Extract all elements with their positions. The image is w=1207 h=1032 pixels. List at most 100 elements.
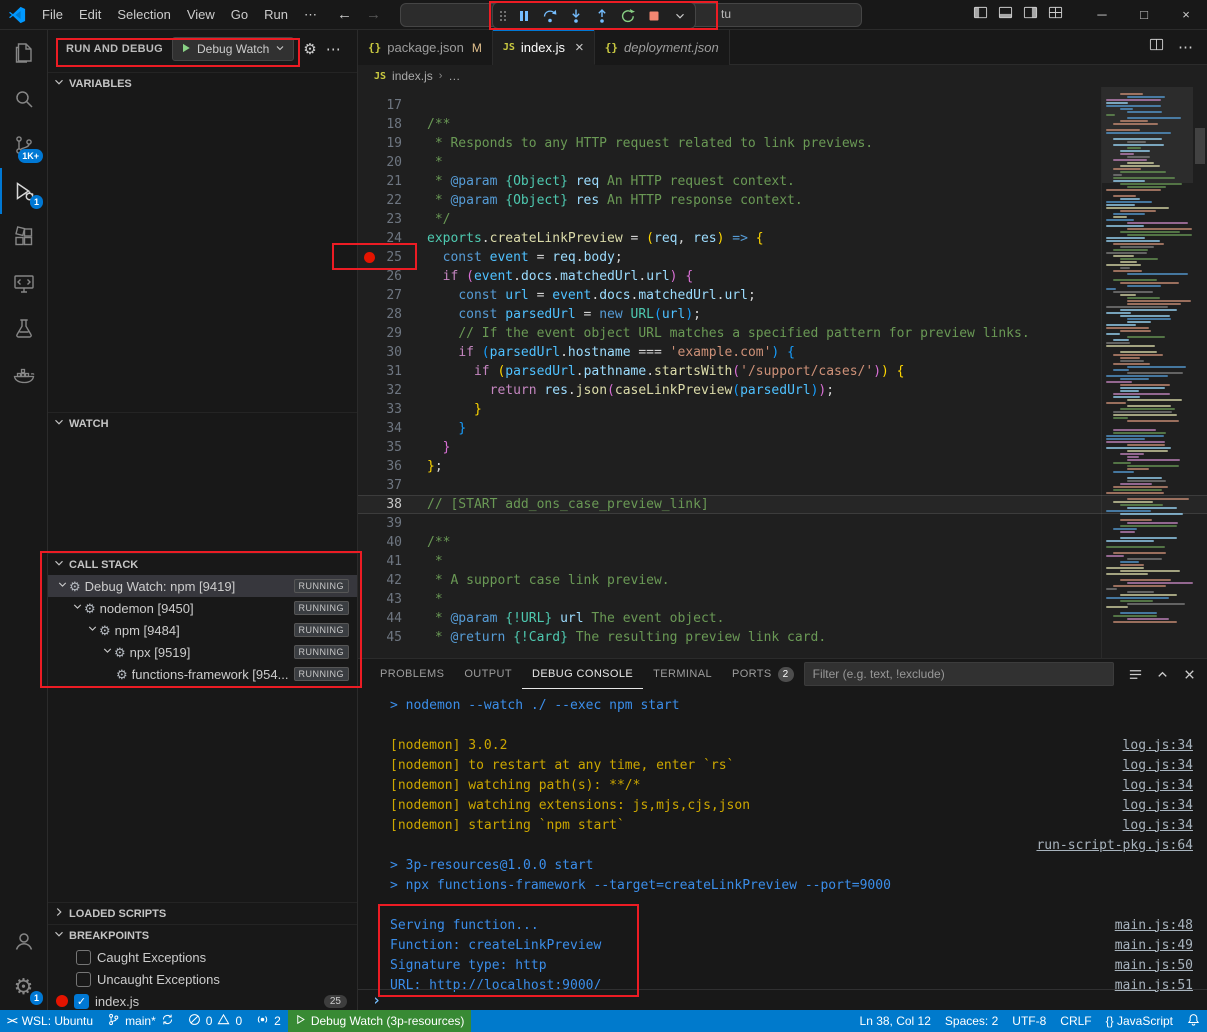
step-over-button[interactable] [537, 4, 562, 27]
activity-docker-button[interactable] [0, 352, 47, 398]
call-stack-row-0[interactable]: ⚙Debug Watch: npm [9419]RUNNING [48, 575, 357, 597]
forward-icon[interactable]: → [366, 6, 381, 23]
call-stack-row-3[interactable]: ⚙npx [9519]RUNNING [48, 641, 357, 663]
pause-button[interactable] [511, 4, 536, 27]
activity-scm-button[interactable]: 1K+ [0, 122, 47, 168]
menu-more[interactable]: ⋯ [296, 0, 325, 29]
source-link[interactable]: log.js:34 [1123, 778, 1193, 793]
source-link[interactable]: log.js:34 [1123, 818, 1193, 833]
panel-tab-output[interactable]: OUTPUT [454, 659, 522, 689]
panel-tab-ports[interactable]: PORTS2 [722, 659, 804, 689]
source-link[interactable]: run-script-pkg.js:64 [1036, 838, 1193, 853]
console-filter-input[interactable] [804, 662, 1114, 686]
more-actions-icon[interactable]: ⋯ [1178, 38, 1193, 57]
panel-tab-debug-console[interactable]: DEBUG CONSOLE [522, 659, 643, 689]
indentation[interactable]: Spaces: 2 [938, 1010, 1005, 1032]
activity-explorer-button[interactable] [0, 30, 47, 76]
step-out-button[interactable] [589, 4, 614, 27]
checkbox[interactable] [76, 950, 91, 965]
close-panel-icon[interactable] [1182, 667, 1197, 682]
section-breakpoints[interactable]: BREAKPOINTS [48, 924, 357, 946]
ports-status[interactable]: 2 [249, 1010, 288, 1032]
breakpoint-row-caught-exceptions[interactable]: Caught Exceptions [48, 946, 357, 968]
breakpoint-dot[interactable] [364, 252, 375, 263]
call-stack-row-4[interactable]: ⚙functions-framework [954...RUNNING [48, 663, 357, 685]
menu-edit[interactable]: Edit [71, 0, 109, 29]
source-link[interactable]: main.js:50 [1115, 958, 1193, 973]
source-link[interactable]: log.js:34 [1123, 758, 1193, 773]
activity-settings-button[interactable]: ⚙1 [0, 964, 47, 1010]
panel-tab-problems[interactable]: PROBLEMS [370, 659, 454, 689]
breadcrumb-file[interactable]: index.js [392, 69, 433, 83]
breakpoint-row-index-js[interactable]: ✓index.js25 [48, 990, 357, 1010]
back-icon[interactable]: ← [337, 6, 352, 23]
views-more-icon[interactable]: ⋯ [326, 40, 341, 58]
source-link[interactable]: main.js:49 [1115, 938, 1193, 953]
checkbox[interactable] [76, 972, 91, 987]
step-into-button[interactable] [563, 4, 588, 27]
session-label: nodemon [9450] [100, 601, 194, 616]
notifications-bell[interactable] [1180, 1010, 1207, 1032]
panel-tab-terminal[interactable]: TERMINAL [643, 659, 722, 689]
tab-package.json[interactable]: {}package.jsonM [358, 30, 493, 65]
section-variables[interactable]: VARIABLES [48, 72, 357, 94]
customize-layout-icon[interactable] [1048, 5, 1063, 25]
restart-button[interactable] [615, 4, 640, 27]
maximize-button[interactable]: □ [1123, 0, 1165, 30]
eol[interactable]: CRLF [1053, 1010, 1098, 1032]
encoding[interactable]: UTF-8 [1005, 1010, 1053, 1032]
section-call-stack[interactable]: CALL STACK [48, 553, 357, 575]
breakpoint-row-uncaught-exceptions[interactable]: Uncaught Exceptions [48, 968, 357, 990]
tab-index.js[interactable]: JSindex.js× [493, 30, 595, 65]
scrollbar-thumb[interactable] [1195, 128, 1205, 164]
console-menu-icon[interactable] [1128, 667, 1143, 682]
git-branch[interactable]: main* [100, 1010, 181, 1032]
menu-selection[interactable]: Selection [109, 0, 178, 29]
menu-view[interactable]: View [179, 0, 223, 29]
breadcrumb[interactable]: JS index.js › … [358, 65, 1207, 87]
toggle-sidebar-icon[interactable] [973, 5, 988, 25]
activity-extensions-button[interactable] [0, 214, 47, 260]
menu-run[interactable]: Run [256, 0, 296, 29]
problems-status[interactable]: 0 0 [181, 1010, 249, 1032]
cursor-position[interactable]: Ln 38, Col 12 [853, 1010, 938, 1032]
call-stack-row-2[interactable]: ⚙npm [9484]RUNNING [48, 619, 357, 641]
gear-icon[interactable]: ⚙ [303, 40, 316, 58]
minimap[interactable] [1101, 87, 1193, 658]
editor[interactable]: 1718/**19 * Responds to any HTTP request… [358, 87, 1207, 658]
chevron-down-button[interactable] [667, 4, 692, 27]
breadcrumb-symbol[interactable]: … [448, 69, 460, 83]
stop-button[interactable] [641, 4, 666, 27]
split-editor-icon[interactable] [1149, 37, 1164, 57]
call-stack-row-1[interactable]: ⚙nodemon [9450]RUNNING [48, 597, 357, 619]
debug-console[interactable]: > nodemon --watch ./ --exec npm start[no… [358, 689, 1207, 1010]
close-tab-icon[interactable]: × [575, 40, 584, 55]
editor-scrollbar[interactable] [1193, 87, 1207, 658]
menu-file[interactable]: File [34, 0, 71, 29]
start-debug-icon[interactable] [180, 42, 192, 57]
debug-config-dropdown[interactable]: Debug Watch [172, 37, 294, 61]
activity-testing-button[interactable] [0, 306, 47, 352]
code-text: if (parsedUrl.hostname === 'example.com'… [427, 343, 795, 362]
toggle-secondary-sidebar-icon[interactable] [1023, 5, 1038, 25]
remote-indicator[interactable]: >< WSL: Ubuntu [0, 1010, 100, 1032]
toggle-panel-icon[interactable] [998, 5, 1013, 25]
source-link[interactable]: log.js:34 [1123, 798, 1193, 813]
section-watch[interactable]: WATCH [48, 412, 357, 434]
source-link[interactable]: log.js:34 [1123, 738, 1193, 753]
activity-account-button[interactable] [0, 918, 47, 964]
maximize-panel-icon[interactable] [1155, 667, 1170, 682]
minimize-button[interactable]: ─ [1081, 0, 1123, 30]
debug-status[interactable]: Debug Watch (3p-resources) [288, 1010, 472, 1032]
console-input[interactable]: › [358, 989, 1207, 1010]
section-loaded-scripts[interactable]: LOADED SCRIPTS [48, 902, 357, 924]
activity-debug-button[interactable]: 1 [0, 168, 47, 214]
activity-search-button[interactable] [0, 76, 47, 122]
activity-remote-button[interactable] [0, 260, 47, 306]
close-window-button[interactable]: × [1165, 0, 1207, 30]
tab-deployment.json[interactable]: {}deployment.json [595, 30, 730, 65]
source-link[interactable]: main.js:48 [1115, 918, 1193, 933]
language[interactable]: {} JavaScript [1099, 1010, 1180, 1032]
menu-go[interactable]: Go [223, 0, 256, 29]
checkbox[interactable]: ✓ [74, 994, 89, 1009]
